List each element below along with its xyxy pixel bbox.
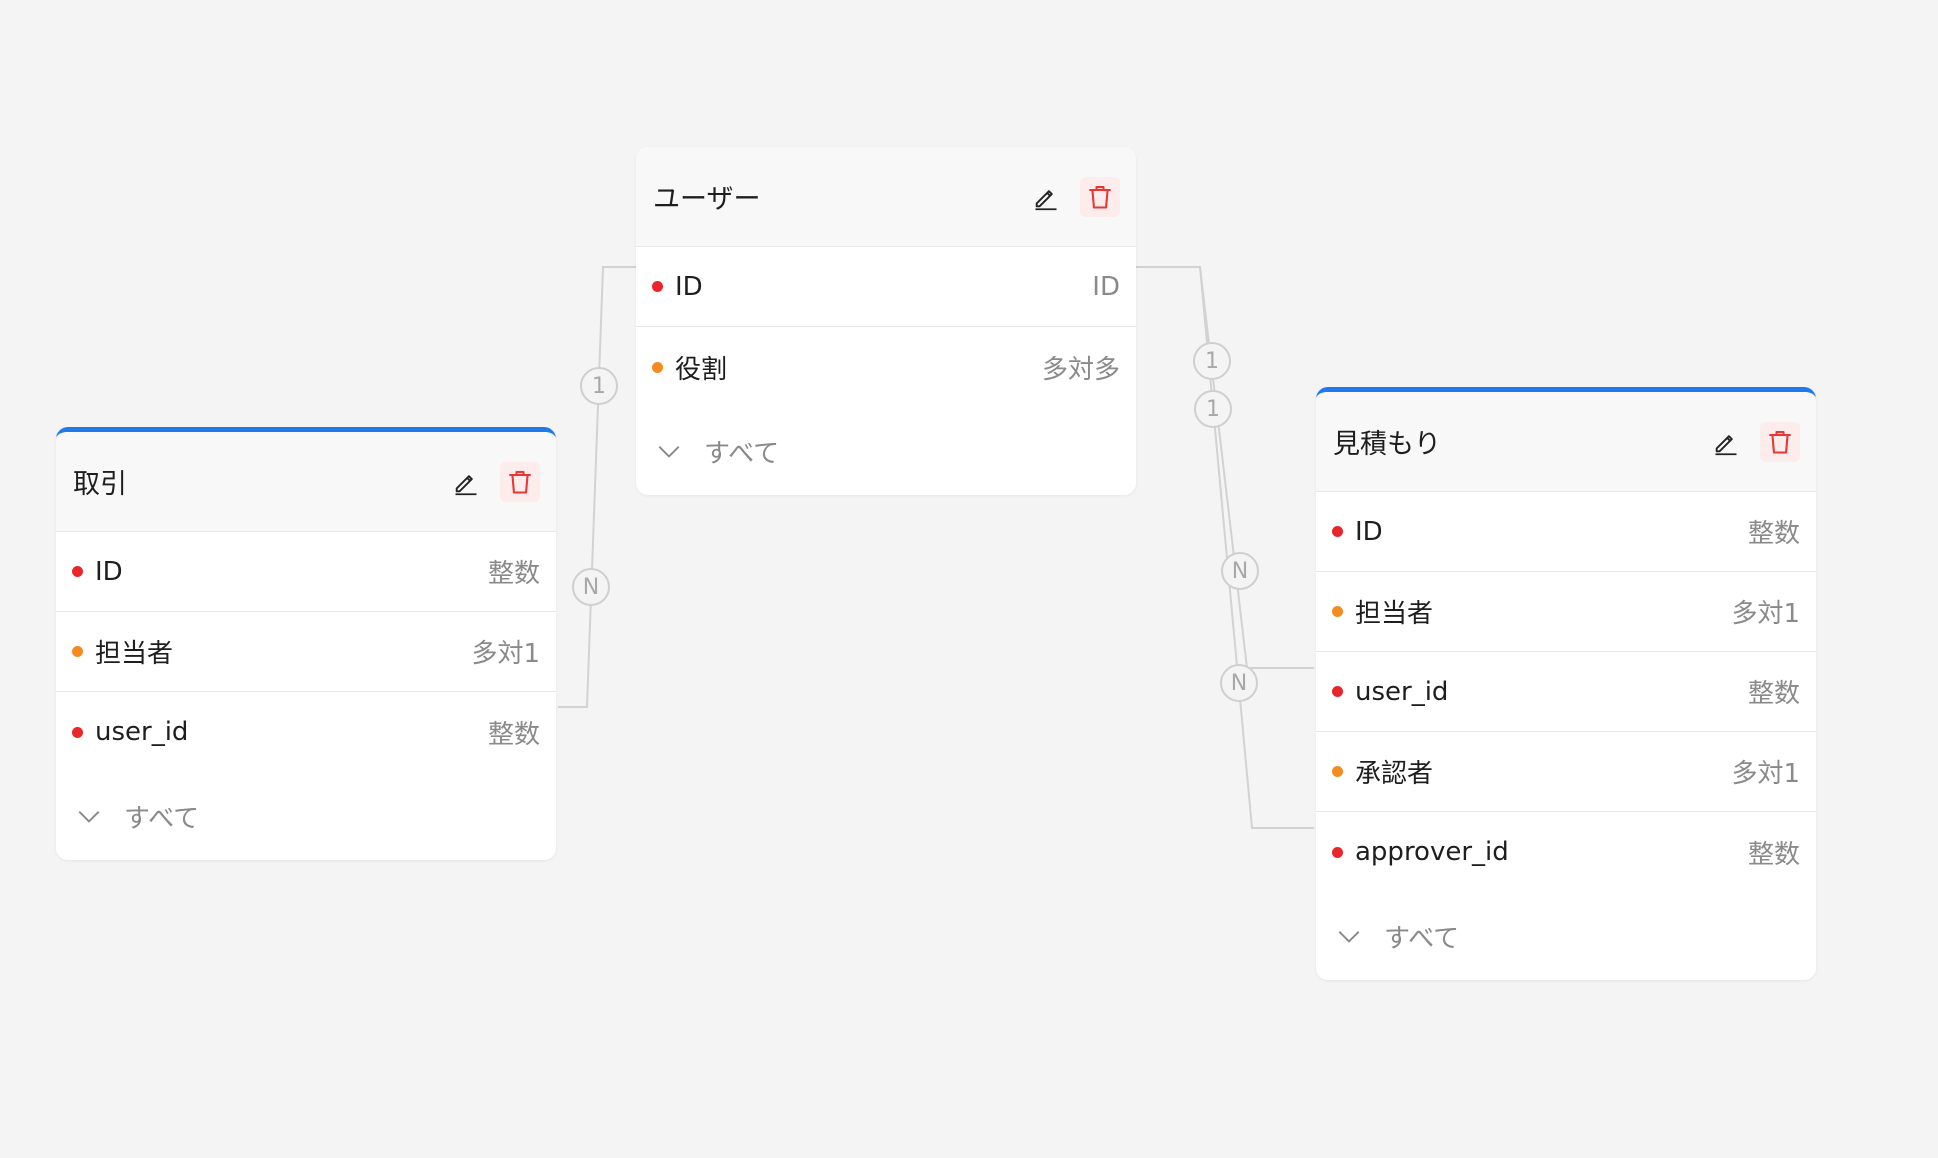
field-name: 担当者: [1355, 599, 1434, 629]
pencil-icon: [1715, 434, 1737, 455]
delete-button[interactable]: [1760, 421, 1800, 462]
show-all-toggle[interactable]: すべて: [56, 772, 556, 860]
show-all-label: すべて: [124, 803, 200, 834]
show-all-label: すべて: [1384, 923, 1460, 954]
cardinality-badge-many: N: [1221, 552, 1259, 590]
chevron-down-icon: [1336, 923, 1362, 949]
primary-key-dot: [72, 566, 83, 577]
field-type: 整数: [1747, 679, 1800, 709]
trash-icon: [1769, 430, 1791, 454]
edit-button[interactable]: [1706, 422, 1746, 462]
card-header: 見積もり: [1316, 392, 1816, 492]
table-card-user[interactable]: ユーザー ID ID 役割 多対多 すべて: [636, 147, 1136, 495]
trash-icon: [1089, 185, 1111, 209]
pencil-icon: [1035, 189, 1057, 210]
field-type: 多対多: [1041, 354, 1120, 385]
edit-button[interactable]: [1026, 177, 1066, 217]
primary-key-dot: [1332, 846, 1343, 858]
field-name: ID: [1355, 516, 1383, 547]
delete-button[interactable]: [1080, 176, 1120, 217]
field-type: 整数: [1747, 839, 1800, 870]
field-row[interactable]: ID 整数: [56, 532, 556, 612]
field-type: 多対1: [1731, 759, 1800, 789]
relation-line-user-mitsumori-a: [1135, 266, 1314, 669]
relation-line-torihiki-user: [558, 266, 636, 708]
field-type: 多対1: [1731, 599, 1800, 629]
show-all-toggle[interactable]: すべて: [636, 407, 1136, 495]
cardinality-badge-one: 1: [1194, 390, 1232, 428]
field-type: 多対1: [471, 639, 540, 669]
field-type: 整数: [487, 719, 540, 750]
card-header: 取引: [56, 432, 556, 532]
field-row[interactable]: user_id 整数: [56, 692, 556, 772]
field-type: 整数: [1747, 519, 1800, 549]
field-name: ID: [95, 556, 123, 587]
cardinality-badge-many: N: [572, 568, 610, 606]
field-row[interactable]: 役割 多対多: [636, 327, 1136, 407]
card-title: ユーザー: [653, 184, 761, 215]
show-all-label: すべて: [704, 438, 780, 469]
card-title: 取引: [73, 469, 127, 500]
diagram-canvas: 1 N 1 1 N N 取引 ID 整数 担当者 多対1 user_id 整数 …: [0, 0, 1938, 1158]
relation-dot: [1332, 606, 1343, 617]
relation-dot: [72, 646, 83, 657]
chevron-down-icon: [76, 803, 102, 829]
field-name: user_id: [95, 717, 189, 747]
field-row[interactable]: 担当者 多対1: [56, 612, 556, 692]
primary-key-dot: [652, 281, 663, 292]
field-name: ID: [675, 271, 703, 302]
field-row[interactable]: approver_id 整数: [1316, 812, 1816, 892]
field-row[interactable]: user_id 整数: [1316, 652, 1816, 732]
field-row[interactable]: ID 整数: [1316, 492, 1816, 572]
primary-key-dot: [72, 726, 83, 738]
pencil-icon: [455, 474, 477, 495]
show-all-toggle[interactable]: すべて: [1316, 892, 1816, 980]
edit-button[interactable]: [446, 462, 486, 502]
field-name: 役割: [675, 354, 728, 385]
delete-button[interactable]: [500, 461, 540, 502]
relation-dot: [652, 361, 663, 373]
cardinality-badge-many: N: [1220, 664, 1258, 702]
table-card-mitsumori[interactable]: 見積もり ID 整数 担当者 多対1 user_id 整数 承認者 多対1 ap…: [1316, 387, 1816, 980]
cardinality-badge-one: 1: [1193, 342, 1231, 380]
field-name: 承認者: [1355, 759, 1434, 789]
field-type: ID: [1092, 271, 1120, 302]
field-name: approver_id: [1355, 837, 1509, 867]
chevron-down-icon: [656, 438, 682, 464]
field-row[interactable]: 承認者 多対1: [1316, 732, 1816, 812]
field-name: 担当者: [95, 639, 174, 669]
field-row[interactable]: ID ID: [636, 247, 1136, 327]
primary-key-dot: [1332, 686, 1343, 697]
table-card-torihiki[interactable]: 取引 ID 整数 担当者 多対1 user_id 整数 すべて: [56, 427, 556, 860]
card-header: ユーザー: [636, 147, 1136, 247]
primary-key-dot: [1332, 526, 1343, 537]
card-title: 見積もり: [1333, 429, 1441, 460]
cardinality-badge-one: 1: [580, 367, 618, 405]
trash-icon: [509, 470, 531, 494]
relation-dot: [1332, 766, 1343, 777]
field-row[interactable]: 担当者 多対1: [1316, 572, 1816, 652]
field-name: user_id: [1355, 676, 1449, 707]
field-type: 整数: [487, 559, 540, 589]
